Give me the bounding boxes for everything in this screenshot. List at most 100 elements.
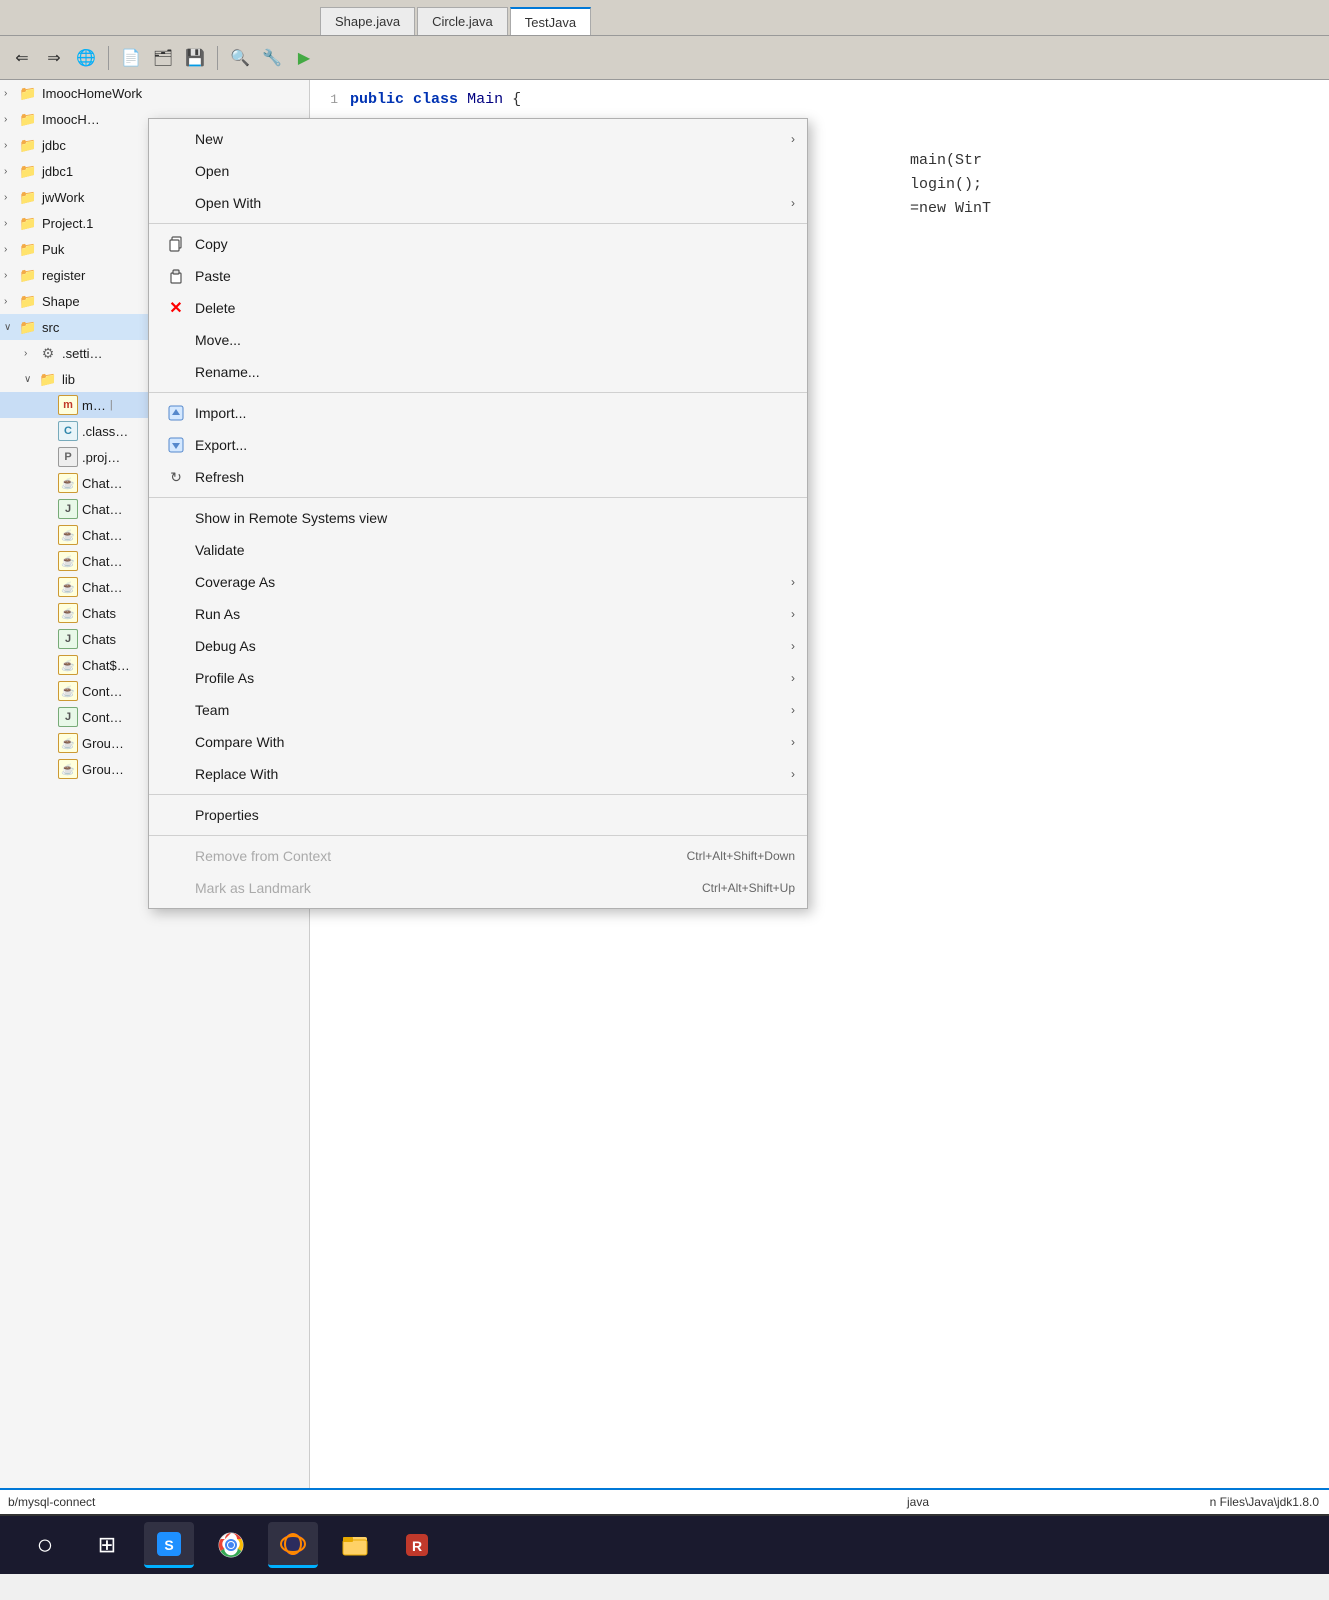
tree-label: m… (82, 398, 106, 413)
menu-item-replace-with[interactable]: Replace With › (149, 758, 807, 790)
folder-icon: 📁 (18, 83, 38, 103)
toolbar: ⇐ ⇒ 🌐 📄 🗂 💾 🔍 🔧 ▶ (0, 36, 1329, 80)
menu-item-export[interactable]: Export... (149, 429, 807, 461)
tree-arrow: › (4, 88, 18, 99)
web-button[interactable]: 🌐 (72, 44, 100, 72)
refresh-icon: ↻ (165, 466, 187, 488)
tab-shape-java[interactable]: Shape.java (320, 7, 415, 35)
menu-label: Open (195, 163, 229, 179)
validate-icon (165, 539, 187, 561)
search-button[interactable]: 🔍 (226, 44, 254, 72)
tab-circle-java[interactable]: Circle.java (417, 7, 508, 35)
tree-arrow: › (4, 140, 18, 151)
tree-label: ImoocHomeWork (42, 86, 142, 101)
taskbar-explorer-button[interactable] (330, 1522, 380, 1568)
tree-label: Grou… (82, 736, 124, 751)
open-folder-button[interactable]: 🗂 (149, 44, 177, 72)
taskbar-windows-button[interactable]: ⊞ (82, 1522, 132, 1568)
settings-button[interactable]: 🔧 (258, 44, 286, 72)
taskbar-chrome-button[interactable] (206, 1522, 256, 1568)
tree-arrow: › (24, 348, 38, 359)
open-icon (165, 160, 187, 182)
menu-item-debug-as[interactable]: Debug As › (149, 630, 807, 662)
tree-label: Chats (82, 632, 116, 647)
folder-icon: 📁 (18, 213, 38, 233)
menu-item-profile-as[interactable]: Profile As › (149, 662, 807, 694)
code-continuation-line3: main(Str (910, 152, 982, 169)
menu-item-remove-context: Remove from Context Ctrl+Alt+Shift+Down (149, 840, 807, 872)
line-number: 1 (310, 88, 350, 112)
submenu-arrow: › (791, 639, 795, 653)
menu-item-compare-with[interactable]: Compare With › (149, 726, 807, 758)
menu-item-validate[interactable]: Validate (149, 534, 807, 566)
menu-item-properties[interactable]: Properties (149, 799, 807, 831)
java-icon: ☕ (58, 577, 78, 597)
new-file-button[interactable]: 📄 (117, 44, 145, 72)
menu-label: Mark as Landmark (195, 880, 311, 896)
submenu-arrow: › (791, 607, 795, 621)
forward-button[interactable]: ⇒ (40, 44, 68, 72)
tree-arrow: › (4, 244, 18, 255)
statusbar-jdk: n Files\Java\jdk1.8.0 (1210, 1495, 1319, 1509)
export-icon (165, 434, 187, 456)
menu-label: Paste (195, 268, 231, 284)
tree-arrow: › (4, 166, 18, 177)
tree-label: Chat… (82, 476, 122, 491)
menu-item-rename[interactable]: Rename... (149, 356, 807, 388)
taskbar-eclipse-button[interactable] (268, 1522, 318, 1568)
menu-item-copy[interactable]: Copy (149, 228, 807, 260)
coverage-icon (165, 571, 187, 593)
tree-label: Chat… (82, 554, 122, 569)
tree-arrow: ∨ (24, 374, 38, 385)
folder-icon: 📁 (18, 135, 38, 155)
java-icon: m (58, 395, 78, 415)
menu-item-open[interactable]: Open (149, 155, 807, 187)
menu-item-new[interactable]: New › (149, 123, 807, 155)
folder-icon: 📁 (18, 291, 38, 311)
tree-label: .proj… (82, 450, 120, 465)
menu-separator-4 (149, 794, 807, 795)
code-line-1: 1 public class Main { (310, 88, 1329, 112)
debug-icon (165, 635, 187, 657)
taskbar-red-app-button[interactable]: R (392, 1522, 442, 1568)
menu-item-move[interactable]: Move... (149, 324, 807, 356)
tree-item-imoochomework[interactable]: › 📁 ImoocHomeWork (0, 80, 309, 106)
taskbar-search-button[interactable]: ○ (20, 1522, 70, 1568)
menu-item-open-with[interactable]: Open With › (149, 187, 807, 219)
java-icon: ☕ (58, 525, 78, 545)
java-icon: ☕ (58, 473, 78, 493)
svg-text:S: S (164, 1537, 173, 1553)
menu-label: Validate (195, 542, 245, 558)
menu-item-run-as[interactable]: Run As › (149, 598, 807, 630)
taskbar-store-button[interactable]: S (144, 1522, 194, 1568)
submenu-arrow: › (791, 671, 795, 685)
folder-icon: 📁 (18, 265, 38, 285)
run-button[interactable]: ▶ (290, 44, 318, 72)
menu-item-paste[interactable]: Paste (149, 260, 807, 292)
java-icon: ☕ (58, 681, 78, 701)
shortcut-landmark: Ctrl+Alt+Shift+Up (702, 881, 795, 895)
menu-item-delete[interactable]: ✕ Delete (149, 292, 807, 324)
menu-item-team[interactable]: Team › (149, 694, 807, 726)
save-button[interactable]: 💾 (181, 44, 209, 72)
menu-item-refresh[interactable]: ↻ Refresh (149, 461, 807, 493)
back-button[interactable]: ⇐ (8, 44, 36, 72)
import-icon (165, 402, 187, 424)
java-icon: ☕ (58, 551, 78, 571)
menu-item-import[interactable]: Import... (149, 397, 807, 429)
tree-label: Cont… (82, 710, 122, 725)
tree-label: Chat… (82, 580, 122, 595)
shortcut-remove-context: Ctrl+Alt+Shift+Down (687, 849, 795, 863)
menu-item-coverage-as[interactable]: Coverage As › (149, 566, 807, 598)
folder-icon: 📁 (38, 369, 58, 389)
menu-item-show-remote[interactable]: Show in Remote Systems view (149, 502, 807, 534)
statusbar-mysql: b/mysql-connect (8, 1495, 95, 1509)
landmark-icon (165, 877, 187, 899)
submenu-arrow: › (791, 575, 795, 589)
java2-icon: J (58, 499, 78, 519)
folder-icon: 📁 (18, 317, 38, 337)
tree-arrow: › (4, 296, 18, 307)
tab-testjava[interactable]: TestJava (510, 7, 591, 35)
run-icon (165, 603, 187, 625)
tree-label: jdbc1 (42, 164, 73, 179)
